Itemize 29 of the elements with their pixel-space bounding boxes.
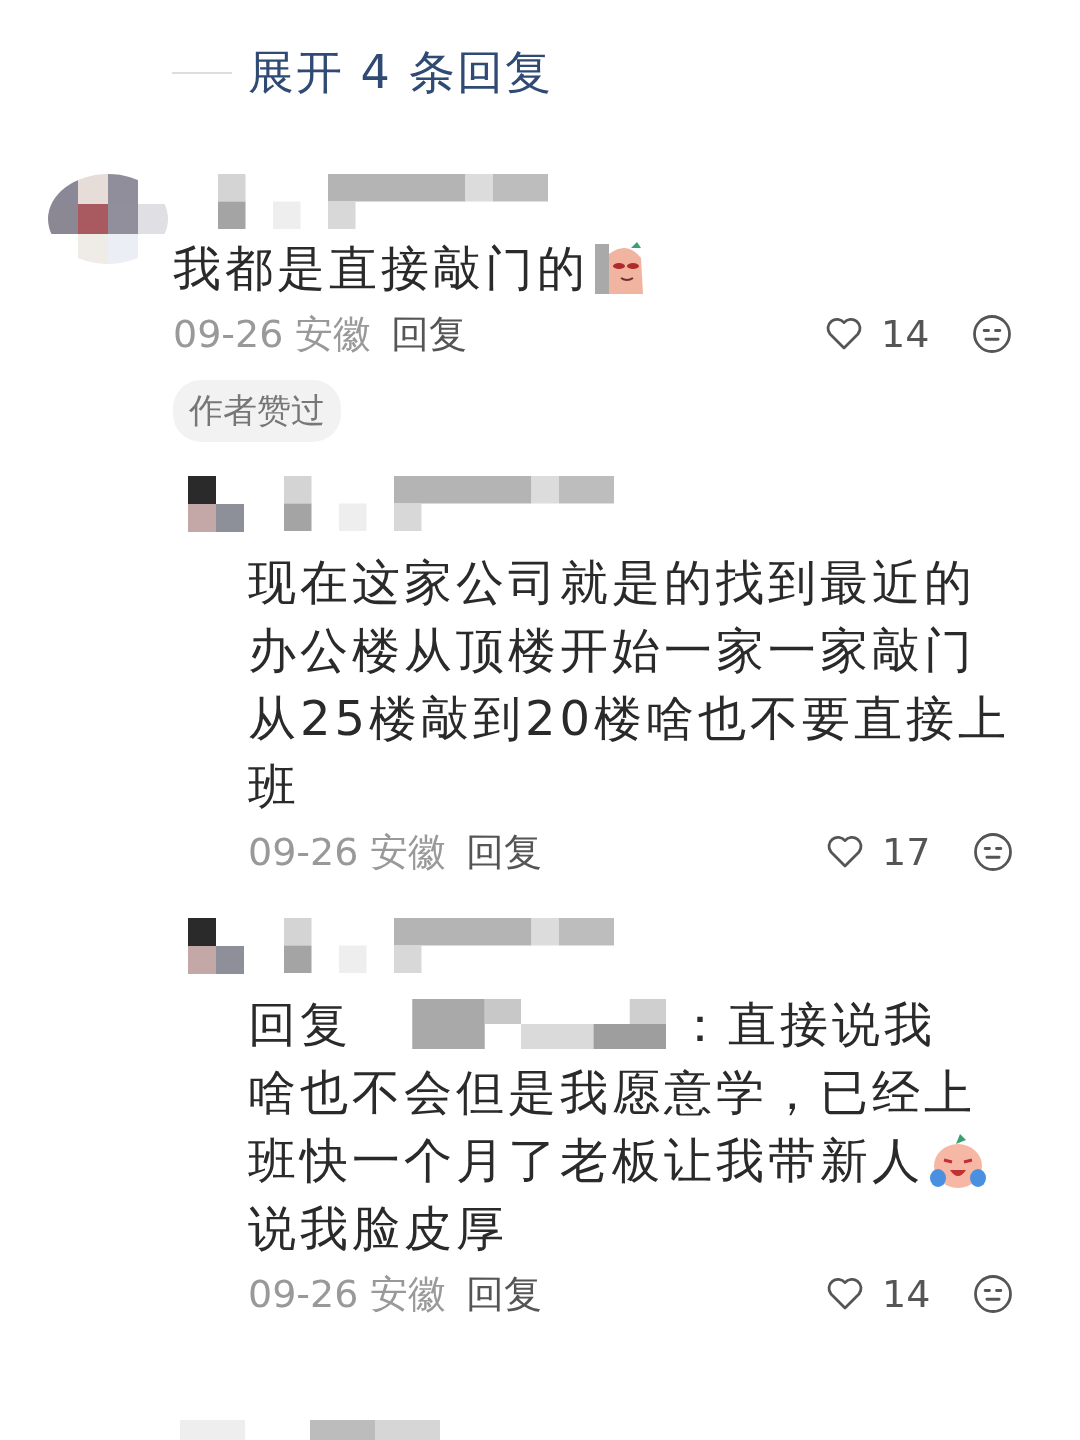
- reply-button[interactable]: 回复: [466, 826, 543, 878]
- comment-date: 09-26: [248, 830, 359, 874]
- comment-text: 说我脸皮厚: [248, 1199, 508, 1258]
- comment-text: ：直接说我: [676, 995, 936, 1054]
- comment-text: 现在这家公司就是的找到最近的: [248, 553, 976, 612]
- comment-date: 09-26: [248, 1272, 359, 1316]
- comment-text: 我都是直接敲门的: [173, 239, 589, 298]
- comment-location: 安徽: [370, 828, 447, 876]
- like-count: 14: [881, 312, 931, 356]
- like-count: 14: [882, 1272, 932, 1316]
- like-count: 17: [882, 830, 932, 874]
- comment-text: 啥也不会但是我愿意学，已经上: [248, 1063, 976, 1122]
- comment-location: 安徽: [370, 1270, 447, 1318]
- expand-replies-link[interactable]: 展开 4 条回复: [248, 42, 553, 104]
- reply-button[interactable]: 回复: [391, 308, 468, 360]
- reply-button[interactable]: 回复: [466, 1268, 543, 1320]
- comment-location: 安徽: [295, 310, 372, 358]
- neutral-face-icon[interactable]: [972, 1273, 1014, 1315]
- neutral-face-icon[interactable]: [971, 313, 1013, 355]
- comment-text: 班快一个月了老板让我带新人: [248, 1131, 924, 1190]
- comment-text: 班: [248, 757, 300, 816]
- author-liked-badge: 作者赞过: [173, 380, 341, 442]
- pixelated-avatar[interactable]: [188, 918, 244, 974]
- comment-text: 办公楼从顶楼开始一家一家敲门: [248, 621, 976, 680]
- comment-text: 从25楼敲到20楼啥也不要直接上: [248, 689, 1011, 748]
- neutral-face-icon[interactable]: [972, 831, 1014, 873]
- comment-date: 09-26: [173, 312, 284, 356]
- reply-prefix: 回复: [248, 995, 352, 1054]
- pixelated-avatar[interactable]: [188, 476, 244, 532]
